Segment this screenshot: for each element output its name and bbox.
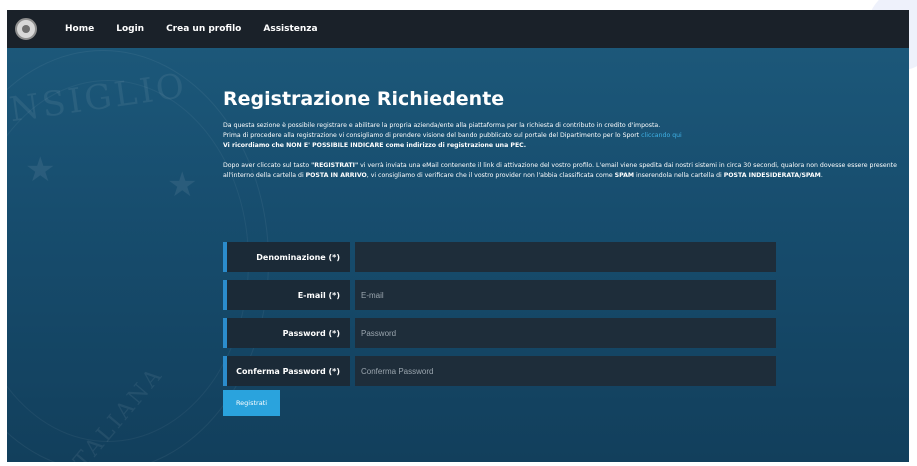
password-label: Password (*) (223, 318, 350, 348)
info-bold-spam: SPAM (614, 172, 635, 179)
confirm-password-label: Conferma Password (*) (223, 356, 350, 386)
email-input[interactable] (355, 280, 776, 310)
confirm-password-input[interactable] (355, 356, 776, 386)
watermark-star-icon-2: ★ (167, 165, 198, 205)
nav-login[interactable]: Login (116, 24, 144, 34)
info-bold-registrati: "REGISTRATI" (311, 162, 359, 169)
form-row-password: Password (*) (223, 318, 776, 348)
intro-line-2: Prima di procedere alla registrazione vi… (223, 131, 903, 141)
intro-line-2-text: Prima di procedere alla registrazione vi… (223, 132, 642, 139)
form-row-email: E-mail (*) (223, 280, 776, 310)
nav-assistenza[interactable]: Assistenza (263, 24, 317, 34)
top-navbar: Home Login Crea un profilo Assistenza (7, 10, 909, 48)
info-text-3: , vi consigliamo di verificare che il vo… (366, 172, 615, 179)
bando-link[interactable]: cliccando qui (641, 132, 682, 139)
info-text-1: Dopo aver cliccato sul tasto (223, 162, 312, 169)
page-title: Registrazione Richiedente (223, 88, 505, 110)
page-frame: NSIGLIO ITALIANA ★ ★ Home Login Crea un … (7, 10, 909, 462)
info-bold-posta-arrivo: POSTA IN ARRIVO (305, 172, 367, 179)
email-label: E-mail (*) (223, 280, 350, 310)
pec-warning: Vi ricordiamo che NON E' POSSIBILE INDIC… (223, 142, 527, 149)
main-content: Registrazione Richiedente Da questa sezi… (223, 88, 903, 181)
info-bold-posta-indesiderata: POSTA INDESIDERATA/SPAM (723, 172, 821, 179)
info-text-5: . (820, 172, 823, 179)
registrati-button[interactable]: Registrati (223, 390, 280, 416)
nav-home[interactable]: Home (65, 24, 94, 34)
denominazione-input[interactable] (355, 242, 776, 272)
registration-form: Denominazione (*) E-mail (*) Password (*… (223, 242, 776, 394)
republic-emblem-icon[interactable] (15, 18, 37, 40)
nav-crea-profilo[interactable]: Crea un profilo (166, 24, 241, 34)
registration-info: Dopo aver cliccato sul tasto "REGISTRATI… (223, 161, 903, 181)
form-row-confirm-password: Conferma Password (*) (223, 356, 776, 386)
password-input[interactable] (355, 318, 776, 348)
watermark-star-icon: ★ (25, 150, 56, 190)
denominazione-label: Denominazione (*) (223, 242, 350, 272)
form-row-denominazione: Denominazione (*) (223, 242, 776, 272)
info-text-4: inserendola nella cartella di (634, 172, 724, 179)
intro-line-1: Da questa sezione è possibile registrare… (223, 122, 661, 129)
intro-text: Da questa sezione è possibile registrare… (223, 121, 903, 181)
